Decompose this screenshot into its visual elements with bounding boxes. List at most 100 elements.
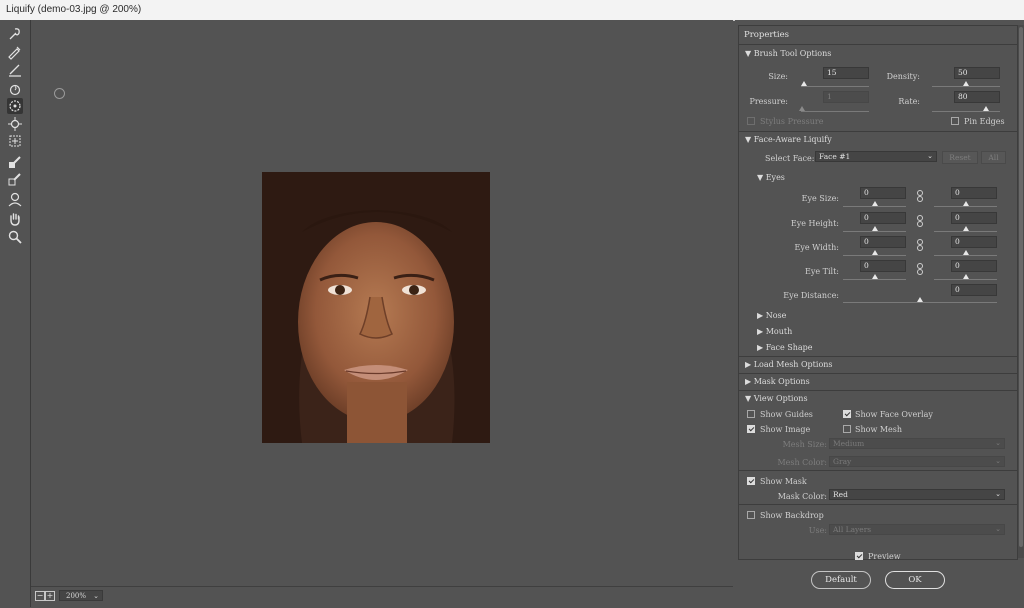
rate-input[interactable]: 80	[954, 91, 1000, 103]
eye-width-right-input[interactable]: 0	[951, 236, 997, 248]
eye-height-left-slider[interactable]	[843, 231, 906, 232]
eye-width-left-input[interactable]: 0	[860, 236, 906, 248]
eye-tilt-left-input[interactable]: 0	[860, 260, 906, 272]
eye-tilt-right-slider[interactable]	[934, 279, 997, 280]
zoom-tool-icon[interactable]	[7, 229, 23, 245]
thaw-mask-tool-icon[interactable]	[7, 171, 23, 187]
rate-slider-thumb[interactable]	[983, 106, 990, 111]
show-face-overlay-checkbox[interactable]	[843, 410, 851, 418]
eye-size-right-thumb[interactable]	[963, 201, 969, 206]
eye-size-right-slider[interactable]	[934, 206, 997, 207]
show-image-checkbox[interactable]	[747, 425, 755, 433]
link-icon[interactable]	[916, 239, 924, 251]
bloat-tool-icon[interactable]	[7, 116, 23, 132]
section-face-aware-liquify[interactable]: ▼ Face-Aware Liquify	[745, 135, 832, 144]
pressure-input[interactable]: 1	[823, 91, 869, 103]
preview-image[interactable]	[262, 172, 490, 443]
push-left-tool-icon[interactable]	[7, 133, 23, 149]
mask-color-dropdown[interactable]: Red ⌄	[829, 489, 1005, 500]
section-view-options[interactable]: ▼ View Options	[745, 394, 808, 403]
preview-checkbox[interactable]	[855, 552, 863, 560]
pin-edges-checkbox[interactable]	[951, 117, 959, 125]
eye-size-left-thumb[interactable]	[872, 201, 878, 206]
pressure-slider-track[interactable]	[801, 111, 869, 112]
eye-width-left-thumb[interactable]	[872, 250, 878, 255]
mesh-size-dropdown[interactable]: Medium ⌄	[829, 438, 1005, 449]
forward-warp-tool-icon[interactable]	[7, 26, 23, 42]
section-face-shape[interactable]: ▶ Face Shape	[757, 343, 813, 352]
eye-tilt-right-thumb[interactable]	[963, 274, 969, 279]
use-layer-dropdown[interactable]: All Layers ⌄	[829, 524, 1005, 535]
reconstruct-tool-icon[interactable]	[7, 44, 23, 60]
eye-width-left-slider[interactable]	[843, 255, 906, 256]
size-slider-thumb[interactable]	[801, 81, 808, 86]
select-face-label: Select Face:	[765, 154, 815, 163]
density-slider-thumb[interactable]	[963, 81, 969, 86]
eye-tilt-right-input[interactable]: 0	[951, 260, 997, 272]
show-mesh-checkbox[interactable]	[843, 425, 851, 433]
mesh-color-dropdown[interactable]: Gray ⌄	[829, 456, 1005, 467]
section-mouth[interactable]: ▶ Mouth	[757, 327, 792, 336]
density-label: Density:	[886, 72, 920, 81]
pressure-label: Pressure:	[749, 97, 788, 106]
section-load-mesh-options[interactable]: ▶ Load Mesh Options	[745, 360, 833, 369]
scrollbar-thumb[interactable]	[1019, 27, 1023, 547]
eye-distance-input[interactable]: 0	[951, 284, 997, 296]
eye-height-left-input[interactable]: 0	[860, 212, 906, 224]
show-backdrop-checkbox[interactable]	[747, 511, 755, 519]
eye-tilt-label: Eye Tilt:	[805, 267, 839, 276]
eye-size-left-input[interactable]: 0	[860, 187, 906, 199]
show-mask-checkbox[interactable]	[747, 477, 755, 485]
face-tool-icon[interactable]	[7, 191, 23, 207]
eye-height-right-thumb[interactable]	[963, 226, 969, 231]
zoom-out-button[interactable]: −	[35, 591, 45, 601]
section-eyes[interactable]: ▼ Eyes	[757, 173, 785, 182]
size-label: Size:	[768, 72, 788, 81]
hand-tool-icon[interactable]	[7, 211, 23, 227]
all-button[interactable]: All	[981, 151, 1006, 164]
divider	[739, 470, 1017, 471]
eye-tilt-left-thumb[interactable]	[872, 274, 878, 279]
density-slider-track[interactable]	[932, 86, 1000, 87]
reset-button[interactable]: Reset	[942, 151, 978, 164]
section-brush-tool-options[interactable]: ▼ Brush Tool Options	[745, 49, 831, 58]
smooth-tool-icon[interactable]	[7, 62, 23, 78]
link-icon[interactable]	[916, 263, 924, 275]
twirl-clockwise-tool-icon[interactable]	[7, 82, 23, 98]
default-button[interactable]: Default	[811, 571, 871, 589]
section-mask-options[interactable]: ▶ Mask Options	[745, 377, 810, 386]
select-face-dropdown[interactable]: Face #1 ⌄	[815, 151, 937, 162]
zoom-level-value: 200%	[66, 592, 87, 600]
eye-tilt-left-slider[interactable]	[843, 279, 906, 280]
stylus-pressure-checkbox[interactable]	[747, 117, 755, 125]
show-mask-label: Show Mask	[760, 477, 807, 486]
eye-height-right-slider[interactable]	[934, 231, 997, 232]
eye-width-label: Eye Width:	[794, 243, 839, 252]
pucker-tool-icon[interactable]	[7, 98, 23, 114]
link-icon[interactable]	[916, 215, 924, 227]
ok-button[interactable]: OK	[885, 571, 945, 589]
eye-distance-slider[interactable]	[843, 302, 997, 303]
size-input[interactable]: 15	[823, 67, 869, 79]
pressure-slider-thumb[interactable]	[798, 106, 805, 111]
link-icon[interactable]	[916, 190, 924, 202]
divider	[739, 131, 1017, 132]
rate-slider-track[interactable]	[932, 111, 1000, 112]
eye-size-right-input[interactable]: 0	[951, 187, 997, 199]
size-slider-track[interactable]	[801, 86, 869, 87]
eye-size-left-slider[interactable]	[843, 206, 906, 207]
eye-width-right-thumb[interactable]	[963, 250, 969, 255]
section-nose[interactable]: ▶ Nose	[757, 311, 786, 320]
freeze-mask-tool-icon[interactable]	[7, 154, 23, 170]
eye-height-right-input[interactable]: 0	[951, 212, 997, 224]
divider	[739, 373, 1017, 374]
eye-width-right-slider[interactable]	[934, 255, 997, 256]
eye-height-left-thumb[interactable]	[872, 226, 878, 231]
eye-distance-thumb[interactable]	[917, 297, 923, 302]
properties-scrollbar[interactable]	[1018, 25, 1024, 558]
preview-canvas[interactable]	[31, 20, 733, 585]
zoom-in-button[interactable]: +	[45, 591, 55, 601]
zoom-level-select[interactable]: 200% ⌄	[59, 590, 103, 601]
show-guides-checkbox[interactable]	[747, 410, 755, 418]
density-input[interactable]: 50	[954, 67, 1000, 79]
